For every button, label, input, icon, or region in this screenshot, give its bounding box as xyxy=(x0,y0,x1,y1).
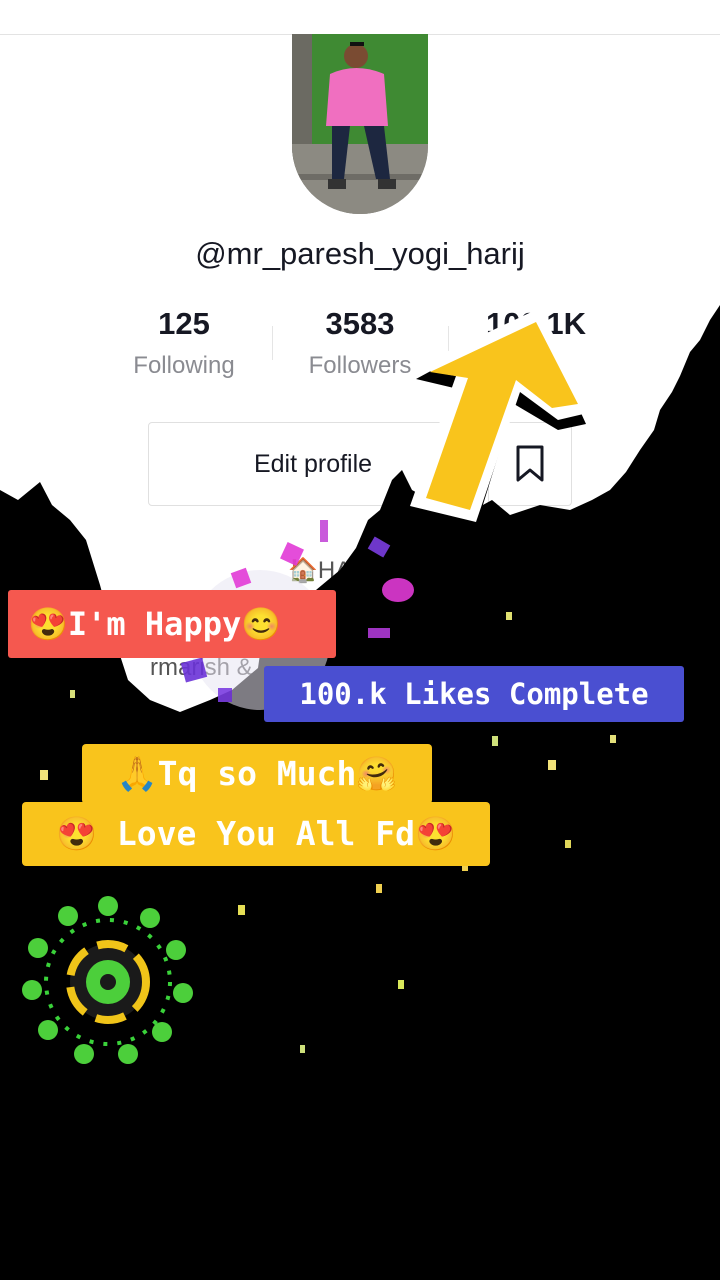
im-happy-sticker: 😍I'm Happy😊 xyxy=(8,590,336,658)
top-bar xyxy=(0,0,720,35)
bio-line: GE xyxy=(340,590,375,617)
bookmark-button[interactable] xyxy=(488,422,572,506)
likes-complete-text: 100.k Likes Complete xyxy=(299,677,649,711)
bio-line: ગુજ xyxy=(336,622,377,649)
love-you-text: 😍 Love You All Fd😍 xyxy=(55,814,457,853)
bio-line: 🏠HAR xyxy=(288,557,369,584)
followers-label[interactable]: Followers xyxy=(270,352,450,380)
profile-avatar[interactable] xyxy=(292,34,428,214)
thank-you-sticker: 🙏Tq so Much🤗 xyxy=(82,744,432,804)
edit-profile-button[interactable]: Edit profile xyxy=(148,422,478,506)
thank-you-text: 🙏Tq so Much🤗 xyxy=(116,754,398,793)
profile-username: @mr_paresh_yogi_harij xyxy=(195,236,525,271)
likes-label: Likes xyxy=(507,352,565,379)
following-count[interactable]: 125 xyxy=(94,306,274,342)
im-happy-text: 😍I'm Happy😊 xyxy=(28,605,282,643)
circular-badge-icon xyxy=(22,896,193,1064)
edit-profile-label: Edit profile xyxy=(253,449,373,478)
following-label[interactable]: Following xyxy=(94,352,274,380)
bookmark-icon xyxy=(516,445,544,482)
likes-count[interactable]: 100.1K xyxy=(446,306,626,342)
followers-count[interactable]: 3583 xyxy=(270,306,450,342)
likes-complete-sticker: 100.k Likes Complete xyxy=(264,666,684,722)
love-you-sticker: 😍 Love You All Fd😍 xyxy=(22,802,490,866)
